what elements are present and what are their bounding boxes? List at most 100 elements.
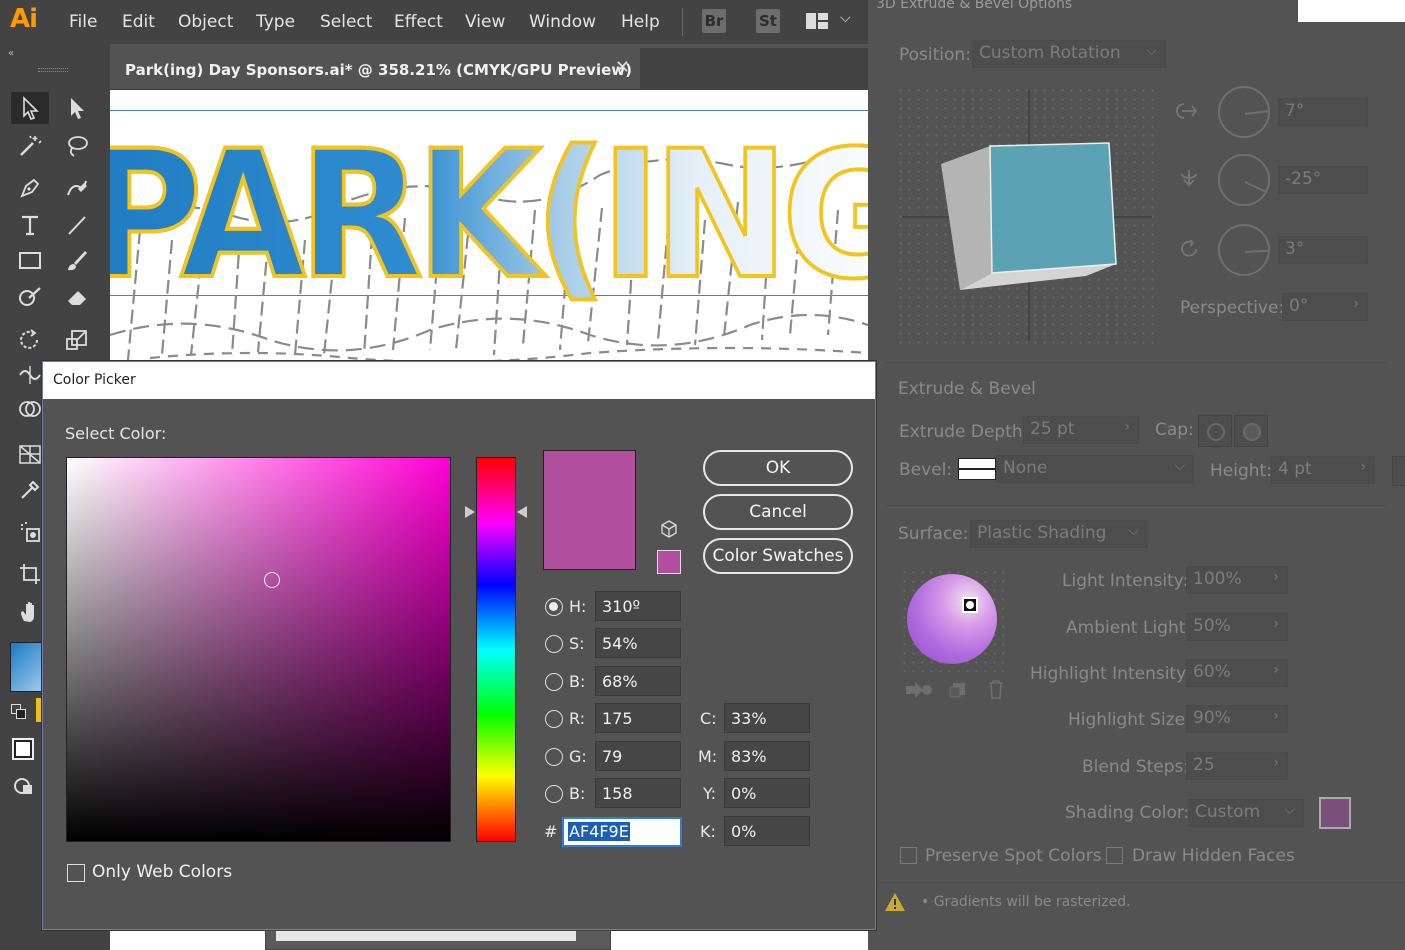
only-web-colors-checkbox[interactable] bbox=[67, 864, 85, 882]
ambient-light-input[interactable]: 50% › bbox=[1186, 613, 1288, 641]
paintbrush-tool-icon[interactable] bbox=[58, 244, 96, 276]
highlight-intensity-input[interactable]: 60% › bbox=[1186, 659, 1288, 687]
canvas-scroll-area[interactable] bbox=[265, 930, 611, 950]
rotate-tool-icon[interactable] bbox=[11, 324, 49, 356]
x-rotation-input[interactable]: 7° bbox=[1278, 98, 1368, 126]
position-dropdown[interactable]: Custom Rotation ⌵ bbox=[972, 40, 1166, 68]
type-tool-icon[interactable] bbox=[11, 209, 49, 241]
brightness-radio[interactable] bbox=[545, 673, 563, 691]
cyan-input[interactable]: 33% bbox=[724, 703, 810, 733]
shaper-tool-icon[interactable] bbox=[11, 281, 49, 313]
draw-hidden-checkbox[interactable] bbox=[1106, 847, 1123, 864]
blue-radio[interactable] bbox=[545, 785, 563, 803]
highlight-intensity-label: Highlight Intensity: bbox=[1030, 664, 1191, 684]
green-input[interactable]: 79 bbox=[595, 741, 681, 771]
out-of-web-gamut-cube-icon[interactable] bbox=[660, 520, 678, 538]
hex-input[interactable]: AF4F9E bbox=[562, 817, 682, 847]
rectangle-tool-icon[interactable] bbox=[11, 244, 49, 276]
lasso-tool-icon[interactable] bbox=[58, 130, 96, 162]
eraser-tool-icon[interactable] bbox=[58, 281, 96, 313]
x-rotation-dial[interactable] bbox=[1218, 86, 1270, 138]
direct-selection-tool-icon[interactable] bbox=[58, 92, 96, 124]
shading-color-swatch[interactable] bbox=[1319, 797, 1351, 829]
preserve-spot-checkbox[interactable] bbox=[900, 847, 917, 864]
cap-off-button[interactable] bbox=[1234, 415, 1268, 447]
menu-effect[interactable]: Effect bbox=[394, 12, 443, 32]
menu-window[interactable]: Window bbox=[529, 12, 596, 32]
surface-dropdown[interactable]: Plastic Shading ⌵ bbox=[970, 520, 1148, 548]
menu-object[interactable]: Object bbox=[178, 12, 233, 32]
menu-type[interactable]: Type bbox=[256, 12, 295, 32]
cancel-button[interactable]: Cancel bbox=[703, 494, 853, 530]
brightness-label: B: bbox=[569, 672, 586, 691]
blue-input[interactable]: 158 bbox=[595, 778, 681, 808]
z-rotation-dial[interactable] bbox=[1218, 224, 1270, 276]
brightness-input[interactable]: 68% bbox=[595, 666, 681, 696]
web-safe-swatch[interactable] bbox=[657, 550, 681, 574]
panel-grip[interactable] bbox=[38, 68, 68, 72]
yellow-input[interactable]: 0% bbox=[724, 778, 810, 808]
selection-tool-icon[interactable] bbox=[11, 92, 49, 124]
saturation-input[interactable]: 54% bbox=[595, 628, 681, 658]
menu-edit[interactable]: Edit bbox=[122, 12, 155, 32]
hue-input[interactable]: 310º bbox=[595, 591, 681, 621]
y-rotation-input[interactable]: -25° bbox=[1278, 166, 1368, 194]
draw-mode-icon[interactable] bbox=[12, 774, 36, 798]
cap-on-button[interactable] bbox=[1198, 415, 1232, 447]
saturation-brightness-field[interactable] bbox=[66, 457, 451, 842]
collapse-panel-icon[interactable]: « bbox=[8, 48, 14, 59]
height-input[interactable]: 4 pt › bbox=[1271, 456, 1375, 484]
color-mode-button[interactable] bbox=[12, 738, 34, 760]
track-cube-area[interactable] bbox=[896, 86, 1158, 344]
bevel-extent-button[interactable] bbox=[1392, 456, 1405, 486]
red-input[interactable]: 175 bbox=[595, 703, 681, 733]
default-colors-icon[interactable] bbox=[11, 704, 27, 720]
scale-tool-icon[interactable] bbox=[58, 324, 96, 356]
highlight-size-input[interactable]: 90% › bbox=[1186, 705, 1288, 733]
magic-wand-tool-icon[interactable] bbox=[11, 130, 49, 162]
light-source-handle[interactable] bbox=[962, 597, 978, 613]
menu-file[interactable]: File bbox=[69, 12, 97, 32]
green-radio[interactable] bbox=[545, 748, 563, 766]
fill-swatch[interactable] bbox=[10, 642, 42, 692]
color-swatches-button[interactable]: Color Swatches bbox=[703, 538, 853, 574]
new-light-icon[interactable] bbox=[948, 680, 968, 700]
artwork-headline[interactable]: PARK(ING bbox=[110, 126, 868, 306]
document-tab[interactable]: Park(ing) Day Sponsors.ai* @ 358.21% (CM… bbox=[110, 48, 640, 90]
bevel-dropdown[interactable]: None ⌵ bbox=[996, 455, 1194, 483]
ok-button[interactable]: OK bbox=[703, 450, 853, 486]
lighting-sphere-area[interactable] bbox=[900, 568, 1004, 672]
move-light-back-icon[interactable] bbox=[904, 680, 934, 700]
menu-view[interactable]: View bbox=[465, 12, 505, 32]
line-tool-icon[interactable] bbox=[58, 209, 96, 241]
stock-button[interactable]: St bbox=[756, 9, 780, 33]
workspace-layout-icon[interactable] bbox=[805, 12, 829, 30]
menu-help[interactable]: Help bbox=[621, 12, 660, 32]
dialog-titlebar[interactable]: Color Picker bbox=[43, 362, 875, 399]
height-label: Height: bbox=[1210, 461, 1272, 481]
color-field-marker[interactable] bbox=[264, 572, 280, 588]
black-input[interactable]: 0% bbox=[724, 816, 810, 846]
bridge-button[interactable]: Br bbox=[702, 9, 726, 33]
trash-icon[interactable] bbox=[986, 678, 1006, 700]
perspective-input[interactable]: 0° › bbox=[1282, 293, 1368, 321]
hue-slider-left-arrow[interactable] bbox=[465, 506, 475, 518]
blend-steps-input[interactable]: 25 › bbox=[1186, 752, 1288, 780]
curvature-tool-icon[interactable] bbox=[58, 172, 96, 204]
hue-slider[interactable] bbox=[476, 457, 516, 842]
menu-select[interactable]: Select bbox=[320, 12, 372, 32]
z-rotation-input[interactable]: 3° bbox=[1278, 236, 1368, 264]
red-radio[interactable] bbox=[545, 710, 563, 728]
light-intensity-input[interactable]: 100% › bbox=[1186, 566, 1288, 594]
magenta-input[interactable]: 83% bbox=[724, 741, 810, 771]
pen-tool-icon[interactable] bbox=[11, 172, 49, 204]
shading-color-dropdown[interactable]: Custom ⌵ bbox=[1188, 799, 1304, 827]
close-icon[interactable]: ✕ bbox=[615, 57, 630, 78]
cap-label: Cap: bbox=[1155, 420, 1194, 440]
saturation-radio[interactable] bbox=[545, 635, 563, 653]
extrude-depth-input[interactable]: 25 pt › bbox=[1023, 416, 1139, 444]
y-rotation-dial[interactable] bbox=[1218, 154, 1270, 206]
hue-slider-right-arrow[interactable] bbox=[517, 506, 527, 518]
chevron-down-icon[interactable]: ⌵ bbox=[840, 10, 851, 26]
hue-radio[interactable] bbox=[545, 598, 563, 616]
